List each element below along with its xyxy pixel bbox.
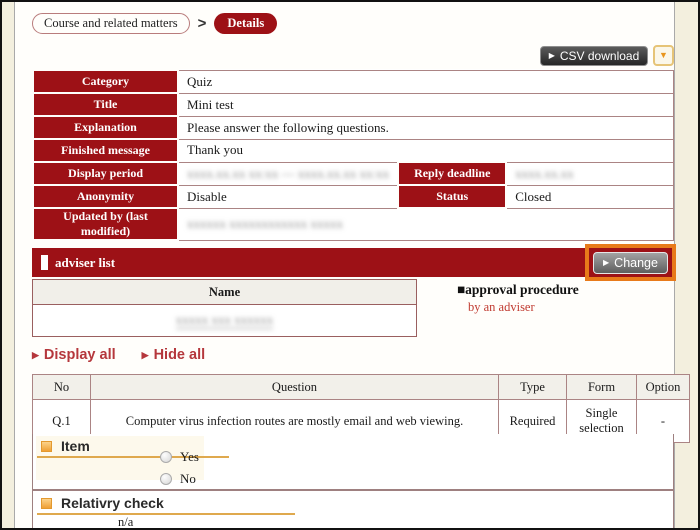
explanation-value: Please answer the following questions. <box>178 116 674 139</box>
item-underline <box>37 456 229 458</box>
table-row: Display period xxxx.xx.xx xx:xx — xxxx.x… <box>33 162 674 185</box>
table-row: Finished message Thank you <box>33 139 674 162</box>
relativry-check-section: Relativry check n/a <box>32 490 674 530</box>
status-value: Closed <box>506 185 673 208</box>
table-row: Updated by (last modified) xxxxxx xxxxxx… <box>33 208 674 240</box>
breadcrumb-parent-link[interactable]: Course and related matters <box>32 13 190 34</box>
table-header-row: No Question Type Form Option <box>33 375 690 400</box>
relativry-value: n/a <box>118 515 133 530</box>
relativry-title: Relativry check <box>61 495 164 511</box>
breadcrumb: Course and related matters > Details <box>32 13 277 34</box>
section-marker-icon <box>41 255 48 270</box>
col-header-question: Question <box>91 375 499 400</box>
adviser-name-link[interactable]: xxxxx xxx xxxxxx <box>176 312 274 329</box>
adviser-list-title: adviser list <box>55 255 115 271</box>
redacted-text: xxxxxx xxxxxxxxxxxx xxxxx <box>187 216 343 231</box>
updated-by-label: Updated by (last modified) <box>33 208 178 240</box>
csv-dropdown-button[interactable]: ▼ <box>653 45 674 66</box>
col-header-no: No <box>33 375 91 400</box>
table-row: xxxxx xxx xxxxxx <box>33 305 416 336</box>
play-icon: ▶ <box>549 52 555 60</box>
approval-procedure-value: by an adviser <box>468 300 535 315</box>
csv-download-label: CSV download <box>560 49 639 63</box>
anonymity-label: Anonymity <box>33 185 178 208</box>
right-margin-strip <box>674 2 698 528</box>
category-value: Quiz <box>178 70 674 93</box>
question-table: No Question Type Form Option Q.1 Compute… <box>32 374 690 443</box>
radio-option-no[interactable]: No <box>160 471 196 487</box>
category-label: Category <box>33 70 178 93</box>
explanation-label: Explanation <box>33 116 178 139</box>
finished-message-value: Thank you <box>178 139 674 162</box>
hide-all-link[interactable]: ▶ Hide all <box>142 347 206 363</box>
caret-down-icon: ▼ <box>659 51 668 60</box>
anonymity-value: Disable <box>178 185 398 208</box>
orange-square-icon <box>41 498 52 509</box>
item-section-label: Item <box>41 438 90 454</box>
breadcrumb-current-details[interactable]: Details <box>214 13 277 34</box>
change-button-label: Change <box>614 256 658 270</box>
status-label: Status <box>398 185 506 208</box>
display-period-value: xxxx.xx.xx xx:xx — xxxx.xx.xx xx:xx <box>178 162 398 185</box>
details-table: Category Quiz Title Mini test Explanatio… <box>32 69 674 241</box>
redacted-text: xxxx.xx.xx <box>515 166 574 181</box>
page: Course and related matters > Details ▶ C… <box>0 0 700 530</box>
title-value: Mini test <box>178 93 674 116</box>
table-row: Category Quiz <box>33 70 674 93</box>
reply-deadline-label: Reply deadline <box>398 162 506 185</box>
display-period-label: Display period <box>33 162 178 185</box>
change-button[interactable]: ▶ Change <box>593 252 668 274</box>
display-all-link[interactable]: ▶ Display all <box>32 347 116 363</box>
play-icon: ▶ <box>603 259 609 267</box>
left-margin-strip <box>2 2 15 528</box>
col-header-type: Type <box>499 375 567 400</box>
table-row: Anonymity Disable Status Closed <box>33 185 674 208</box>
table-row: Explanation Please answer the following … <box>33 116 674 139</box>
adviser-name-table: Name xxxxx xxx xxxxxx <box>32 279 417 337</box>
change-button-highlight: ▶ Change <box>585 244 676 281</box>
radio-label-no: No <box>180 471 196 487</box>
redacted-text: xxxx.xx.xx xx:xx — xxxx.xx.xx xx:xx <box>187 166 389 181</box>
relativry-section-label: Relativry check <box>41 495 164 511</box>
table-row: Title Mini test <box>33 93 674 116</box>
display-all-label: Display all <box>44 347 116 363</box>
chevron-right-icon: > <box>198 15 207 32</box>
hide-all-label: Hide all <box>154 347 206 363</box>
approval-procedure-title: ■approval procedure <box>457 282 579 298</box>
adviser-list-header: adviser list <box>32 248 674 277</box>
relativry-underline <box>37 513 295 515</box>
orange-square-icon <box>41 441 52 452</box>
item-title: Item <box>61 438 90 454</box>
col-header-form: Form <box>567 375 637 400</box>
reply-deadline-value: xxxx.xx.xx <box>506 162 673 185</box>
radio-label-yes: Yes <box>180 449 199 465</box>
radio-option-yes[interactable]: Yes <box>160 449 199 465</box>
radio-button-icon[interactable] <box>160 473 172 485</box>
radio-button-icon[interactable] <box>160 451 172 463</box>
play-icon: ▶ <box>32 350 39 361</box>
play-icon: ▶ <box>142 350 149 361</box>
title-label: Title <box>33 93 178 116</box>
quick-links: ▶ Display all ▶ Hide all <box>32 347 205 363</box>
finished-message-label: Finished message <box>33 139 178 162</box>
col-header-option: Option <box>637 375 690 400</box>
item-section: Item Yes No <box>32 434 674 490</box>
name-column-header: Name <box>33 280 416 305</box>
updated-by-value: xxxxxx xxxxxxxxxxxx xxxxx <box>178 208 674 240</box>
csv-download-button[interactable]: ▶ CSV download <box>540 46 648 66</box>
